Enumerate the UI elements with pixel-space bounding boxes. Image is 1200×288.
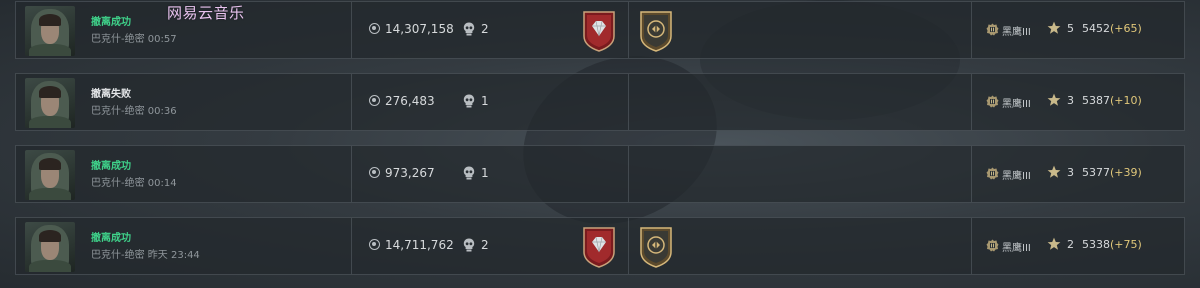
match-record-row[interactable]: 撤离失败 巴克什-绝密 00:36 276,483 1 黑鹰III 3 5387… [15,73,1185,131]
match-time: 00:57 [147,34,177,45]
divider [351,74,352,130]
map-name: 巴克什-绝密 [91,106,145,117]
map-and-time: 巴克什-绝密 00:57 [91,30,177,45]
divider [351,218,352,274]
rank-emblem-icon [986,167,999,180]
map-name: 巴克什-绝密 [91,34,145,45]
match-time: 00:14 [147,178,177,189]
rank-emblem-icon [986,95,999,108]
extraction-status: 撤离成功 [91,17,131,28]
match-time: 00:36 [147,106,177,117]
match-time: 昨天 23:44 [147,250,200,261]
map-and-time: 巴克什-绝密 昨天 23:44 [91,246,200,261]
kill-count: 1 [481,166,489,180]
map-and-time: 巴克什-绝密 00:14 [91,174,177,189]
score-value: 5387 [1082,94,1110,107]
coin-icon [369,23,380,34]
rank-emblem-icon [986,23,999,36]
match-history-list: 撤离成功 巴克什-绝密 00:57 14,307,158 2 黑鹰III 5 5… [0,0,1200,288]
kill-count: 1 [481,94,489,108]
loot-value: 14,307,158 [385,22,454,36]
diamond-badge[interactable] [581,226,617,268]
skull-icon [463,22,475,36]
score-value: 5338 [1082,238,1110,251]
star-icon [1047,93,1061,106]
star-count: 3 [1067,166,1074,179]
rank-name: 黑鹰III [1002,99,1031,110]
star-icon [1047,165,1061,178]
rank-score: 5338(+75) [1082,238,1142,251]
watermark-text: 网易云音乐 [167,4,245,22]
star-count: 2 [1067,238,1074,251]
score-delta: (+39) [1110,166,1142,179]
operator-avatar [25,150,75,200]
match-record-row[interactable]: 撤离成功 巴克什-绝密 00:14 973,267 1 黑鹰III 3 5377… [15,145,1185,203]
operator-badge[interactable] [638,226,674,268]
score-delta: (+75) [1110,238,1142,251]
rank-name: 黑鹰III [1002,171,1031,182]
divider [971,74,972,130]
divider [351,146,352,202]
operator-badge[interactable] [638,10,674,52]
star-icon [1047,21,1061,34]
rank-name: 黑鹰III [1002,27,1031,38]
star-count: 3 [1067,94,1074,107]
match-record-row[interactable]: 撤离成功 巴克什-绝密 昨天 23:44 14,711,762 2 黑鹰III … [15,217,1185,275]
operator-avatar [25,78,75,128]
kill-count: 2 [481,238,489,252]
rank-name: 黑鹰III [1002,243,1031,254]
divider [971,2,972,58]
divider [971,218,972,274]
score-delta: (+65) [1110,22,1142,35]
operator-avatar [25,222,75,272]
operator-avatar [25,6,75,56]
score-value: 5377 [1082,166,1110,179]
star-icon [1047,237,1061,250]
skull-icon [463,238,475,252]
kill-count: 2 [481,22,489,36]
loot-value: 14,711,762 [385,238,454,252]
extraction-status: 撤离失败 [91,89,131,100]
divider [628,74,629,130]
map-name: 巴克什-绝密 [91,250,145,261]
score-value: 5452 [1082,22,1110,35]
rank-score: 5452(+65) [1082,22,1142,35]
extraction-status: 撤离成功 [91,161,131,172]
loot-value: 276,483 [385,94,435,108]
map-and-time: 巴克什-绝密 00:36 [91,102,177,117]
skull-icon [463,94,475,108]
coin-icon [369,95,380,106]
divider [628,146,629,202]
loot-value: 973,267 [385,166,435,180]
rank-emblem-icon [986,239,999,252]
divider [628,2,629,58]
star-count: 5 [1067,22,1074,35]
rank-score: 5387(+10) [1082,94,1142,107]
divider [971,146,972,202]
diamond-badge[interactable] [581,10,617,52]
rank-score: 5377(+39) [1082,166,1142,179]
divider [628,218,629,274]
divider [351,2,352,58]
coin-icon [369,239,380,250]
coin-icon [369,167,380,178]
map-name: 巴克什-绝密 [91,178,145,189]
score-delta: (+10) [1110,94,1142,107]
extraction-status: 撤离成功 [91,233,131,244]
skull-icon [463,166,475,180]
